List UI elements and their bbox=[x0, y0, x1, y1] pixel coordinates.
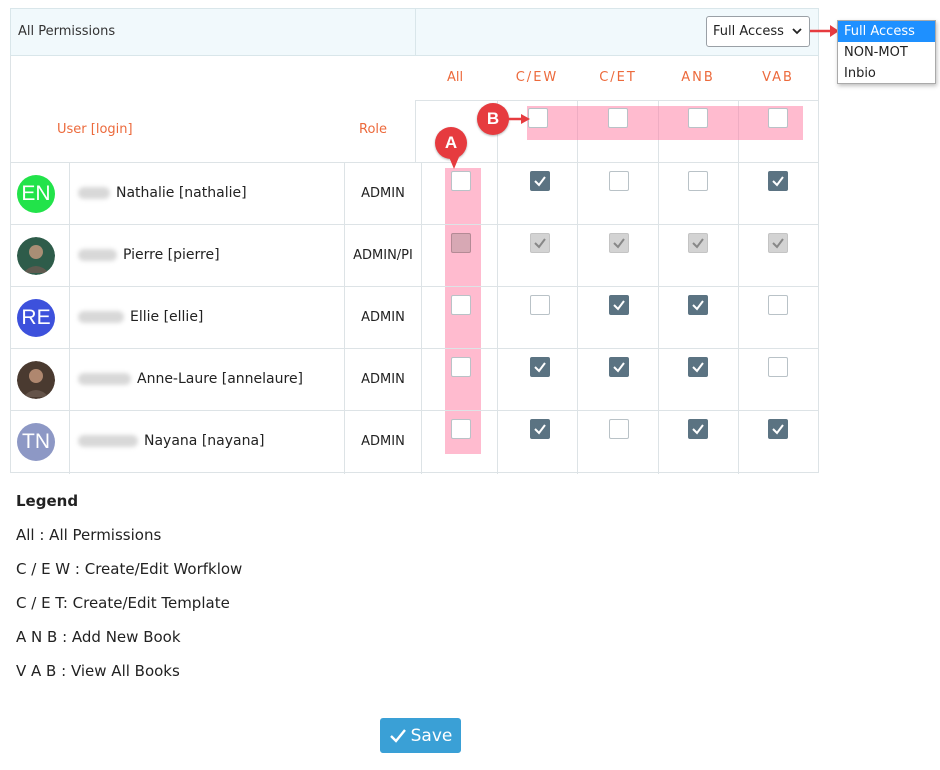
blurred-surname bbox=[78, 373, 131, 385]
column-header-cet: C/ET bbox=[599, 70, 637, 85]
user-role: ADMIN/PI bbox=[353, 248, 413, 263]
avatar-initials: RE bbox=[21, 306, 51, 329]
user-login: Ellie [ellie] bbox=[130, 309, 204, 325]
select-all-cet-checkbox[interactable] bbox=[608, 108, 628, 128]
divider bbox=[415, 100, 416, 163]
arrow-icon bbox=[810, 25, 839, 37]
legend-item-anb: A N B : Add New Book bbox=[16, 628, 181, 646]
highlight-header-row bbox=[527, 106, 803, 140]
divider bbox=[415, 100, 819, 101]
marker-b-pointer-icon bbox=[507, 114, 530, 124]
permission-checkbox-vab[interactable] bbox=[768, 295, 788, 315]
permission-checkbox-vab[interactable] bbox=[768, 171, 788, 191]
check-icon bbox=[389, 728, 406, 743]
permission-checkbox-all bbox=[451, 233, 471, 253]
permission-checkbox-cew bbox=[530, 233, 550, 253]
column-header-anb: ANB bbox=[681, 70, 715, 85]
permission-checkbox-anb[interactable] bbox=[688, 357, 708, 377]
permission-checkbox-all[interactable] bbox=[451, 295, 471, 315]
legend-title: Legend bbox=[16, 492, 79, 510]
user-role: ADMIN bbox=[361, 434, 405, 449]
permission-checkbox-cet bbox=[609, 233, 629, 253]
permission-checkbox-all[interactable] bbox=[451, 357, 471, 377]
permission-checkbox-vab bbox=[768, 233, 788, 253]
user-photo-icon bbox=[17, 237, 55, 275]
access-level-dropdown: Full Access NON-MOT Inbio bbox=[837, 20, 936, 84]
user-login: Nayana [nayana] bbox=[144, 433, 265, 449]
permission-checkbox-all[interactable] bbox=[451, 171, 471, 191]
marker-b: B bbox=[477, 103, 509, 135]
permission-checkbox-anb[interactable] bbox=[688, 419, 708, 439]
user-login: Anne-Laure [annelaure] bbox=[137, 371, 304, 387]
column-header-vab: VAB bbox=[762, 70, 794, 85]
dropdown-option-non-mot[interactable]: NON-MOT bbox=[838, 42, 935, 63]
permission-checkbox-cew[interactable] bbox=[530, 295, 550, 315]
legend-item-vab: V A B : View All Books bbox=[16, 662, 180, 680]
user-name: Nathalie [nathalie] bbox=[78, 185, 247, 201]
user-name: Nayana [nayana] bbox=[78, 433, 265, 449]
blurred-surname bbox=[78, 435, 138, 447]
marker-a-pointer-icon bbox=[449, 157, 459, 169]
permission-checkbox-cew[interactable] bbox=[530, 171, 550, 191]
user-login: Nathalie [nathalie] bbox=[116, 185, 247, 201]
avatar: EN bbox=[17, 175, 55, 213]
column-header-all: All bbox=[446, 70, 464, 85]
avatar-initials: TN bbox=[22, 430, 50, 453]
select-all-cew-checkbox[interactable] bbox=[528, 108, 548, 128]
user-role: ADMIN bbox=[361, 372, 405, 387]
user-photo-icon bbox=[17, 361, 55, 399]
avatar: TN bbox=[17, 423, 55, 461]
permission-checkbox-cew[interactable] bbox=[530, 357, 550, 377]
legend-item-cet: C / E T: Create/Edit Template bbox=[16, 594, 230, 612]
permission-checkbox-cew[interactable] bbox=[530, 419, 550, 439]
permission-checkbox-vab[interactable] bbox=[768, 419, 788, 439]
blurred-surname bbox=[78, 249, 117, 261]
user-login: Pierre [pierre] bbox=[123, 247, 220, 263]
user-role: ADMIN bbox=[361, 186, 405, 201]
access-level-select[interactable]: Full Access bbox=[706, 16, 810, 47]
avatar: RE bbox=[17, 299, 55, 337]
user-name: Pierre [pierre] bbox=[78, 247, 220, 263]
legend-item-all: All : All Permissions bbox=[16, 526, 162, 544]
blurred-surname bbox=[78, 311, 124, 323]
user-name: Anne-Laure [annelaure] bbox=[78, 371, 303, 387]
column-header-user: User [login] bbox=[57, 122, 133, 137]
dropdown-option-full-access[interactable]: Full Access bbox=[838, 21, 935, 42]
legend-item-cew: C / E W : Create/Edit Worfklow bbox=[16, 560, 243, 578]
permission-checkbox-vab[interactable] bbox=[768, 357, 788, 377]
access-level-value: Full Access bbox=[713, 24, 784, 39]
column-header-cew: C/EW bbox=[515, 70, 559, 85]
dropdown-option-inbio[interactable]: Inbio bbox=[838, 63, 935, 84]
permission-checkbox-anb[interactable] bbox=[688, 295, 708, 315]
permission-checkbox-cet[interactable] bbox=[609, 171, 629, 191]
save-button[interactable]: Save bbox=[380, 718, 461, 753]
permission-checkbox-all[interactable] bbox=[451, 419, 471, 439]
select-all-anb-checkbox[interactable] bbox=[688, 108, 708, 128]
user-role: ADMIN bbox=[361, 310, 405, 325]
permission-checkbox-anb[interactable] bbox=[688, 171, 708, 191]
column-header-role: Role bbox=[359, 122, 388, 137]
avatar-initials: EN bbox=[21, 182, 51, 205]
permissions-header: All Permissions bbox=[10, 8, 416, 56]
permission-checkbox-cet[interactable] bbox=[609, 419, 629, 439]
permission-checkbox-cet[interactable] bbox=[609, 295, 629, 315]
avatar bbox=[17, 237, 55, 275]
select-all-vab-checkbox[interactable] bbox=[768, 108, 788, 128]
blurred-surname bbox=[78, 187, 110, 199]
save-label: Save bbox=[410, 725, 453, 746]
page-title: All Permissions bbox=[18, 24, 116, 39]
marker-a: A bbox=[435, 127, 467, 159]
permission-checkbox-cet[interactable] bbox=[609, 357, 629, 377]
avatar bbox=[17, 361, 55, 399]
user-name: Ellie [ellie] bbox=[78, 309, 203, 325]
chevron-down-icon bbox=[791, 17, 803, 57]
permission-checkbox-anb bbox=[688, 233, 708, 253]
